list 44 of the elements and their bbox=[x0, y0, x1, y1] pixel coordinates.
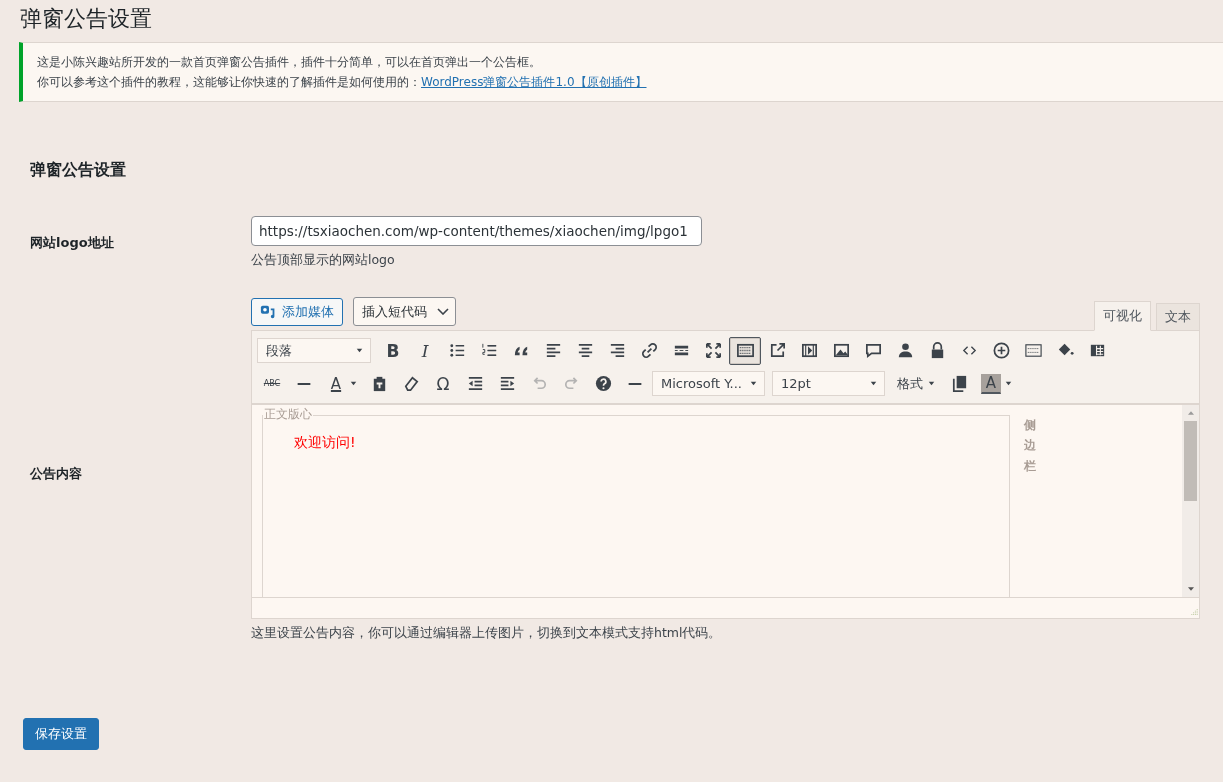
section-title: 弹窗公告设置 bbox=[30, 159, 127, 181]
field-label: 公告内容 bbox=[30, 465, 83, 483]
input-field[interactable]: https://tsxiaochen.com/wp-content/themes/xiaochen/img/lpgo1 bbox=[251, 216, 702, 246]
horizontal-line-icon bbox=[628, 382, 642, 385]
link-icon bbox=[639, 341, 659, 360]
text-color-button[interactable]: A bbox=[981, 373, 1001, 394]
toolbar-dropdown[interactable]: 段落 bbox=[257, 338, 371, 363]
text-color-button[interactable]: A bbox=[320, 369, 352, 398]
content-text: 欢迎访问! bbox=[294, 434, 357, 452]
shortcode-dropdown[interactable]: 插入短代码 bbox=[353, 297, 456, 326]
field-label: 网站logo地址 bbox=[30, 234, 115, 252]
format-menu[interactable]: 格式 bbox=[891, 374, 943, 393]
dotted-frame-icon bbox=[1023, 341, 1043, 360]
page-title: 弹窗公告设置 bbox=[19, 5, 153, 33]
frame-legend: 正文版心 bbox=[263, 407, 313, 421]
toolbar-button[interactable]: ABC bbox=[256, 369, 288, 398]
help-icon bbox=[593, 374, 613, 393]
fullscreen-icon bbox=[703, 341, 723, 360]
notice-text: 你可以参考这个插件的教程，这能够让你快速的了解插件是如何使用的： bbox=[37, 75, 421, 89]
speech-bubble-icon bbox=[863, 341, 883, 360]
keyboard-icon bbox=[735, 341, 755, 360]
add-media-button[interactable]: 添加媒体 bbox=[251, 298, 343, 326]
bullet-list-icon bbox=[447, 341, 467, 360]
toolbar-button[interactable] bbox=[729, 336, 761, 365]
editor-tab[interactable]: 可视化 bbox=[1094, 301, 1151, 331]
plus-circle-icon bbox=[991, 341, 1011, 360]
toolbar-dropdown[interactable]: Microsoft Y... bbox=[652, 371, 765, 396]
chevron-down-icon bbox=[437, 308, 449, 315]
save-button[interactable]: 保存设置 bbox=[23, 718, 99, 750]
field-description: 这里设置公告内容，你可以通过编辑器上传图片，切换到文本模式支持html代码。 bbox=[251, 625, 723, 642]
toolbar-button[interactable]: Ω bbox=[427, 369, 459, 398]
video-icon bbox=[799, 341, 819, 360]
field-description: 公告顶部显示的网站logo bbox=[251, 252, 396, 269]
scroll-thumb[interactable] bbox=[1184, 421, 1197, 501]
image-icon bbox=[831, 341, 851, 360]
toolbar-button[interactable]: B bbox=[377, 336, 409, 365]
toolbar-dropdown[interactable]: 12pt bbox=[772, 371, 885, 396]
editor-tab[interactable]: 文本 bbox=[1156, 303, 1200, 331]
sidebar-text: 侧边栏 bbox=[1024, 417, 1036, 475]
tutorial-link[interactable]: WordPress弹窗公告插件1.0【原创插件】 bbox=[421, 75, 647, 89]
scrollbar[interactable] bbox=[1182, 405, 1199, 597]
notice-text: 这是小陈兴趣站所开发的一款首页弹窗公告插件，插件十分简单，可以在首页弹出一个公告框。 bbox=[37, 55, 541, 69]
toolbar-button[interactable]: I bbox=[409, 336, 441, 365]
horizontal-line-icon bbox=[297, 382, 311, 385]
